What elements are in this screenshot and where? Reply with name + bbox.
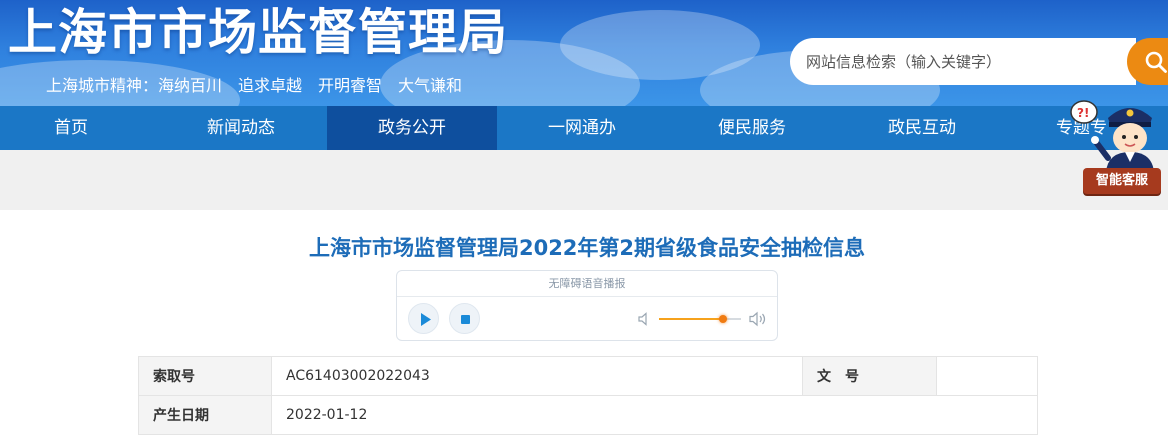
audio-divider <box>397 296 777 297</box>
site-title[interactable]: 上海市市场监督管理局 <box>8 2 508 64</box>
volume-slider-handle[interactable] <box>718 315 727 323</box>
index-number-value: AC61403002022043 <box>271 356 803 396</box>
assistant-badge: ?! <box>1077 106 1089 120</box>
volume-high-icon[interactable] <box>749 311 767 327</box>
volume-low-icon[interactable] <box>638 312 650 326</box>
volume-slider-fill <box>659 318 723 320</box>
audio-label: 无障碍语音播报 <box>548 277 626 290</box>
play-button[interactable] <box>408 303 439 334</box>
city-slogan: 上海城市精神：海纳百川 追求卓越 开明睿智 大气谦和 <box>46 76 463 95</box>
search-box <box>790 38 1136 85</box>
play-icon <box>421 313 431 326</box>
creation-date-value: 2022-01-12 <box>271 395 1038 435</box>
main-nav: 首页 新闻动态 政务公开 一网通办 便民服务 政民互动 专题专 <box>0 106 1168 150</box>
stop-button[interactable] <box>449 303 480 334</box>
content-banner <box>0 150 1168 210</box>
document-info-table: 索取号 AC61403002022043 文 号 产生日期 2022-01-12 <box>138 356 1038 435</box>
nav-item-public-services[interactable]: 便民服务 <box>667 106 837 150</box>
nav-item-interaction[interactable]: 政民互动 <box>837 106 1007 150</box>
volume-slider[interactable] <box>659 315 741 323</box>
nav-item-government-affairs[interactable]: 政务公开 <box>327 106 497 150</box>
stop-icon <box>461 315 470 324</box>
table-row: 产生日期 2022-01-12 <box>138 395 1038 435</box>
search-button[interactable] <box>1127 38 1168 85</box>
search-input[interactable] <box>806 38 1126 85</box>
document-number-label: 文 号 <box>802 356 937 396</box>
nav-item-one-net-service[interactable]: 一网通办 <box>497 106 667 150</box>
nav-item-news[interactable]: 新闻动态 <box>156 106 326 150</box>
creation-date-label: 产生日期 <box>138 395 272 435</box>
table-row: 索取号 AC61403002022043 文 号 <box>138 356 1038 396</box>
nav-item-home[interactable]: 首页 <box>0 106 142 150</box>
index-number-label: 索取号 <box>138 356 272 396</box>
assistant-label[interactable]: 智能客服 <box>1083 168 1161 194</box>
article-title: 上海市市场监督管理局2022年第2期省级食品安全抽检信息 <box>308 236 866 260</box>
document-number-value <box>936 356 1038 396</box>
search-icon <box>1145 51 1167 73</box>
audio-player: 无障碍语音播报 <box>396 270 778 341</box>
